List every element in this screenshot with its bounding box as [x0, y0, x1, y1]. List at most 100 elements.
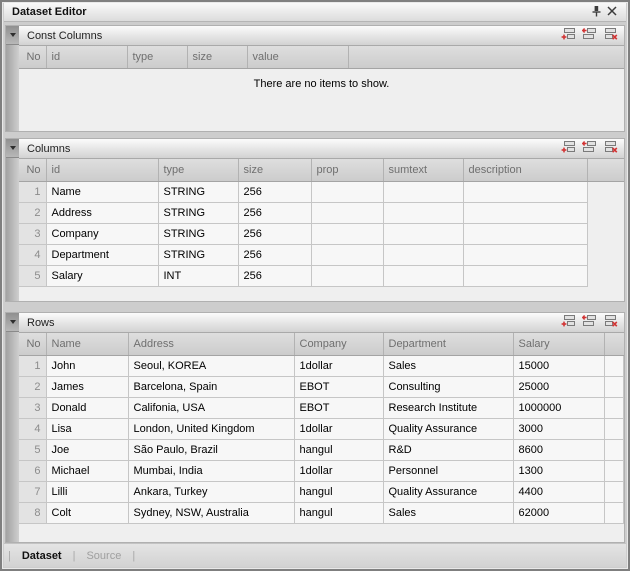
trailing-cell[interactable] [604, 502, 624, 523]
cell-size[interactable]: 256 [238, 265, 311, 286]
add-row-button[interactable] [560, 315, 577, 330]
cell-size[interactable]: 256 [238, 223, 311, 244]
delete-row-button[interactable] [602, 141, 619, 156]
cell-name[interactable]: Joe [46, 439, 128, 460]
cell-sumtext[interactable] [383, 244, 463, 265]
insert-row-button[interactable] [581, 28, 598, 43]
trailing-cell[interactable] [604, 460, 624, 481]
cell-company[interactable]: 1dollar [294, 355, 383, 376]
row-number-cell[interactable]: 2 [19, 376, 46, 397]
insert-row-button[interactable] [581, 315, 598, 330]
cell-company[interactable]: hangul [294, 481, 383, 502]
cell-description[interactable] [463, 181, 587, 202]
cell-description[interactable] [463, 244, 587, 265]
cell-salary[interactable]: 4400 [513, 481, 604, 502]
row-number-cell[interactable]: 3 [19, 397, 46, 418]
cell-department[interactable]: Sales [383, 502, 513, 523]
cell-company[interactable]: EBOT [294, 376, 383, 397]
cell-size[interactable]: 256 [238, 244, 311, 265]
cell-id[interactable]: Salary [46, 265, 158, 286]
row-number-cell[interactable]: 4 [19, 418, 46, 439]
cell-type[interactable]: STRING [158, 181, 238, 202]
cell-salary[interactable]: 1000000 [513, 397, 604, 418]
cell-salary[interactable]: 62000 [513, 502, 604, 523]
collapse-columns-button[interactable] [6, 139, 19, 158]
row-number-cell[interactable]: 2 [19, 202, 46, 223]
cell-name[interactable]: Colt [46, 502, 128, 523]
row-number-cell[interactable]: 5 [19, 265, 46, 286]
cell-salary[interactable]: 8600 [513, 439, 604, 460]
cell-size[interactable]: 256 [238, 181, 311, 202]
cell-prop[interactable] [311, 181, 383, 202]
column-header-no[interactable]: No [19, 46, 46, 68]
cell-prop[interactable] [311, 223, 383, 244]
column-header-no[interactable]: No [19, 159, 46, 181]
cell-salary[interactable]: 1300 [513, 460, 604, 481]
cell-name[interactable]: Lisa [46, 418, 128, 439]
cell-address[interactable]: London, United Kingdom [128, 418, 294, 439]
cell-department[interactable]: Quality Assurance [383, 481, 513, 502]
cell-salary[interactable]: 3000 [513, 418, 604, 439]
cell-type[interactable]: INT [158, 265, 238, 286]
cell-id[interactable]: Name [46, 181, 158, 202]
cell-department[interactable]: R&D [383, 439, 513, 460]
cell-sumtext[interactable] [383, 181, 463, 202]
add-row-button[interactable] [560, 141, 577, 156]
cell-address[interactable]: Sydney, NSW, Australia [128, 502, 294, 523]
column-header-company[interactable]: Company [294, 333, 383, 355]
cell-address[interactable]: Califonia, USA [128, 397, 294, 418]
column-header-salary[interactable]: Salary [513, 333, 604, 355]
cell-type[interactable]: STRING [158, 244, 238, 265]
row-number-cell[interactable]: 6 [19, 460, 46, 481]
column-header-sumtext[interactable]: sumtext [383, 159, 463, 181]
collapse-rows-button[interactable] [6, 313, 19, 332]
cell-company[interactable]: hangul [294, 502, 383, 523]
column-header-no[interactable]: No [19, 333, 46, 355]
cell-sumtext[interactable] [383, 202, 463, 223]
cell-description[interactable] [463, 265, 587, 286]
column-header-type[interactable]: type [158, 159, 238, 181]
cell-company[interactable]: hangul [294, 439, 383, 460]
collapse-const-columns-button[interactable] [6, 26, 19, 45]
cell-company[interactable]: EBOT [294, 397, 383, 418]
cell-department[interactable]: Personnel [383, 460, 513, 481]
cell-prop[interactable] [311, 265, 383, 286]
delete-row-button[interactable] [602, 28, 619, 43]
row-number-cell[interactable]: 4 [19, 244, 46, 265]
cell-name[interactable]: Lilli [46, 481, 128, 502]
cell-prop[interactable] [311, 244, 383, 265]
cell-name[interactable]: John [46, 355, 128, 376]
tab-dataset[interactable]: Dataset [20, 550, 64, 562]
cell-address[interactable]: Barcelona, Spain [128, 376, 294, 397]
cell-address[interactable]: São Paulo, Brazil [128, 439, 294, 460]
insert-row-button[interactable] [581, 141, 598, 156]
add-row-button[interactable] [560, 28, 577, 43]
tab-source[interactable]: Source [84, 550, 123, 562]
cell-salary[interactable]: 25000 [513, 376, 604, 397]
column-header-department[interactable]: Department [383, 333, 513, 355]
cell-sumtext[interactable] [383, 265, 463, 286]
cell-company[interactable]: 1dollar [294, 460, 383, 481]
column-header-id[interactable]: id [46, 159, 158, 181]
cell-description[interactable] [463, 202, 587, 223]
cell-address[interactable]: Seoul, KOREA [128, 355, 294, 376]
cell-id[interactable]: Company [46, 223, 158, 244]
cell-department[interactable]: Sales [383, 355, 513, 376]
trailing-cell[interactable] [604, 376, 624, 397]
row-number-cell[interactable]: 1 [19, 355, 46, 376]
trailing-cell[interactable] [604, 439, 624, 460]
row-number-cell[interactable]: 5 [19, 439, 46, 460]
pin-button[interactable] [588, 5, 604, 20]
trailing-cell[interactable] [604, 481, 624, 502]
cell-department[interactable]: Consulting [383, 376, 513, 397]
delete-row-button[interactable] [602, 315, 619, 330]
cell-prop[interactable] [311, 202, 383, 223]
cell-type[interactable]: STRING [158, 223, 238, 244]
column-header-value[interactable]: value [247, 46, 348, 68]
cell-address[interactable]: Mumbai, India [128, 460, 294, 481]
column-header-type[interactable]: type [127, 46, 187, 68]
close-button[interactable] [604, 5, 620, 20]
column-header-id[interactable]: id [46, 46, 127, 68]
cell-sumtext[interactable] [383, 223, 463, 244]
row-number-cell[interactable]: 8 [19, 502, 46, 523]
